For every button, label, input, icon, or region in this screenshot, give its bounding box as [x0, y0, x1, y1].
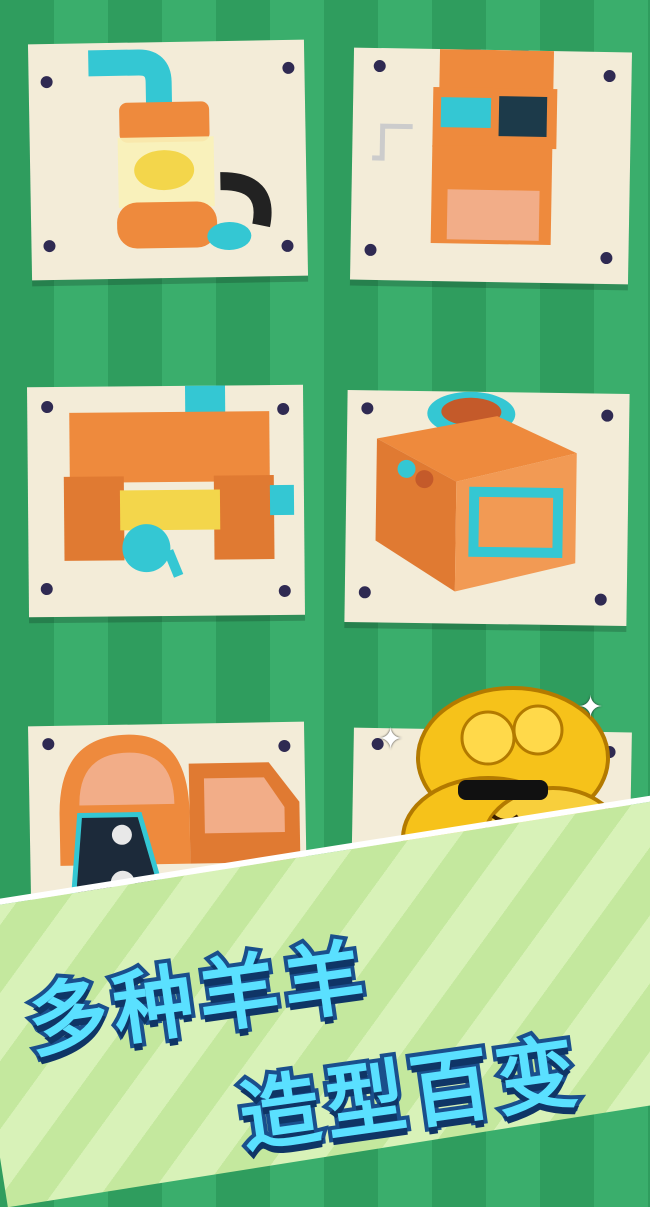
sparkle-icon: ✦	[578, 690, 604, 725]
machine-card-fan-box[interactable]	[344, 390, 630, 626]
roller-machine-icon	[63, 384, 295, 578]
machine-card-control-panel[interactable]	[349, 47, 633, 285]
sparkle-icon: ✦	[378, 722, 404, 757]
machine-card-roller[interactable]	[27, 384, 305, 618]
vacuum-machine-icon	[88, 49, 272, 250]
machine-card-vacuum[interactable]	[27, 39, 309, 281]
fan-box-machine-icon	[375, 391, 577, 592]
control-panel-machine-icon	[372, 47, 558, 246]
